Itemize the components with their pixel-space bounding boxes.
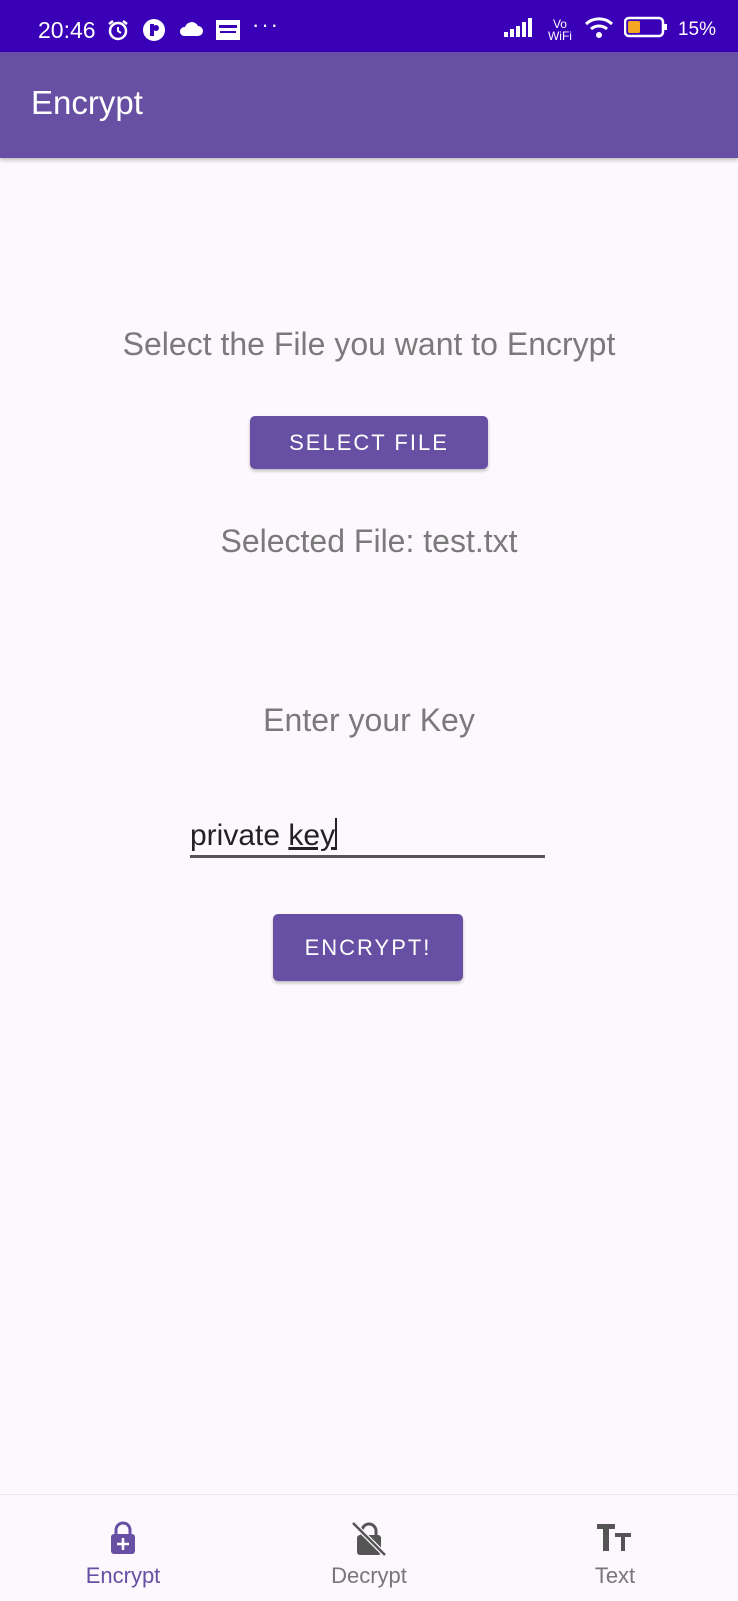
battery-icon <box>623 16 668 43</box>
nav-item-encrypt[interactable]: Encrypt <box>0 1495 246 1601</box>
key-input-value: private key <box>190 818 338 853</box>
text-cursor <box>335 818 338 850</box>
key-value-underlined: key <box>288 819 336 852</box>
status-bar: 20:46 ··· Vo WiFi 15% <box>0 0 738 52</box>
cloud-icon <box>178 20 204 45</box>
nav-label-decrypt: Decrypt <box>331 1563 407 1588</box>
bottom-navigation: Encrypt Decrypt Text <box>0 1494 738 1601</box>
signal-icon <box>503 17 536 42</box>
key-value-plain: private <box>190 819 289 852</box>
key-prompt: Enter your Key <box>263 702 475 738</box>
encrypt-button[interactable]: ENCRYPT! <box>273 914 463 981</box>
app-bar: Encrypt <box>0 52 738 158</box>
selected-file-label: Selected File: test.txt <box>220 523 518 559</box>
nav-label-encrypt: Encrypt <box>85 1563 161 1588</box>
status-time: 20:46 <box>38 17 96 43</box>
lock-add-icon <box>0 1521 246 1555</box>
lock-crossed-icon <box>246 1521 492 1557</box>
alarm-icon <box>106 18 130 47</box>
espn-icon <box>216 20 240 45</box>
page-title: Encrypt <box>31 84 143 121</box>
nav-item-text[interactable]: Text <box>492 1495 738 1601</box>
select-file-button[interactable]: SELECT FILE <box>250 416 488 469</box>
nav-label-text: Text <box>594 1563 636 1588</box>
more-notifications-icon: ··· <box>252 12 280 37</box>
key-input[interactable]: private key <box>190 810 545 858</box>
battery-percent: 15% <box>677 18 716 40</box>
wifi-icon <box>584 16 614 43</box>
status-left-icons <box>106 18 240 47</box>
text-size-icon <box>492 1521 738 1553</box>
vowifi-label: Vo WiFi <box>547 16 572 43</box>
status-right-icons: Vo WiFi 15% <box>503 16 716 43</box>
app-icon <box>142 18 166 47</box>
nav-item-decrypt[interactable]: Decrypt <box>246 1495 492 1601</box>
select-file-prompt: Select the File you want to Encrypt <box>122 326 616 362</box>
